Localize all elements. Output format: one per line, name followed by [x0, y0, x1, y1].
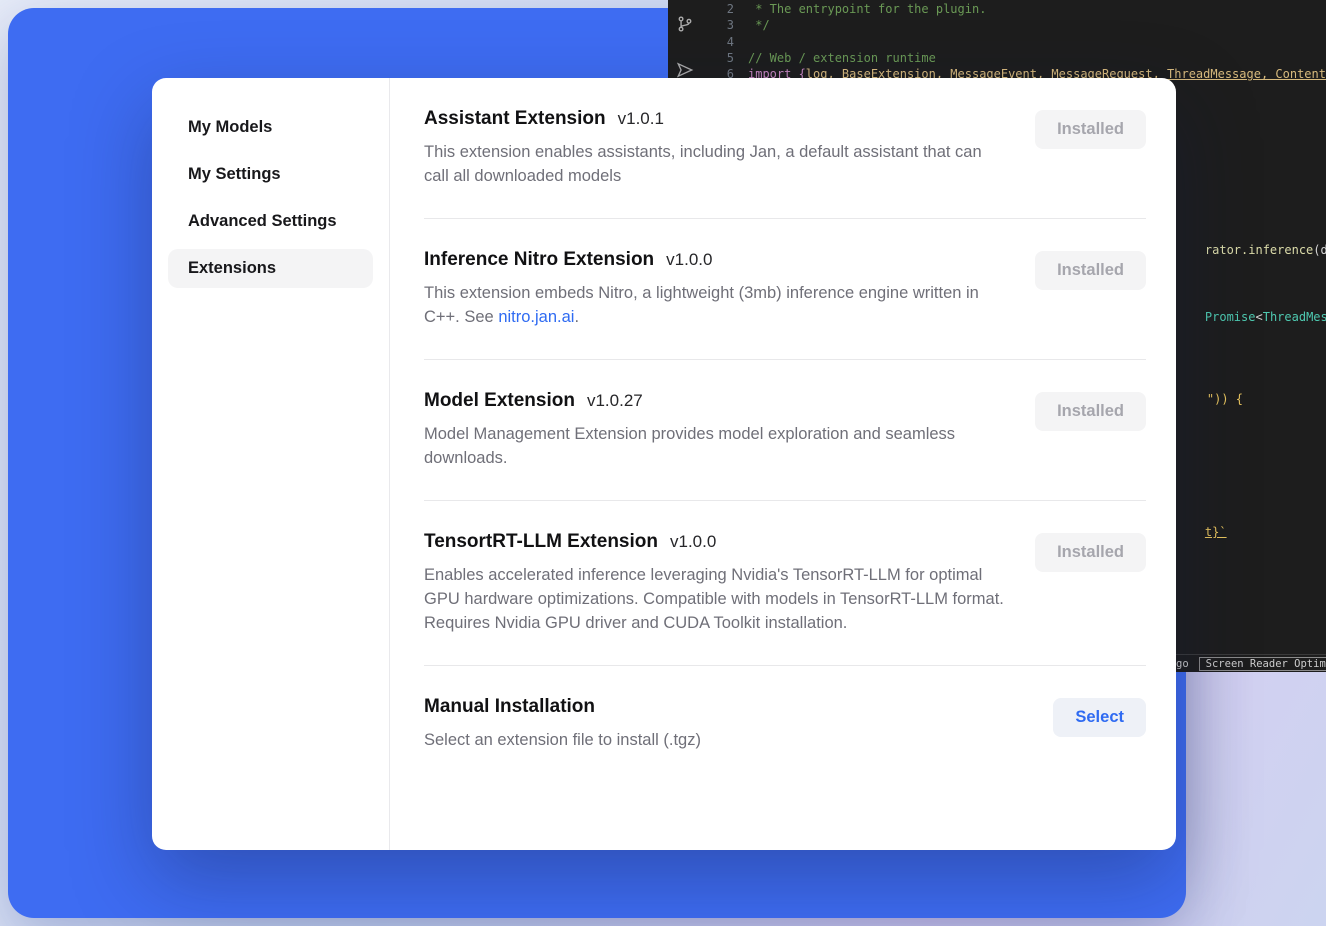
nitro-link[interactable]: nitro.jan.ai: [498, 308, 574, 326]
line-number: 4: [708, 34, 734, 50]
code-fragment: rator.inference(data));: [1176, 229, 1326, 271]
settings-modal: My Models My Settings Advanced Settings …: [152, 78, 1176, 850]
installed-button[interactable]: Installed: [1035, 251, 1146, 290]
code-line: 2 * The entrypoint for the plugin.: [708, 1, 1326, 17]
extension-row-model: Model Extension v1.0.27 Model Management…: [424, 360, 1146, 501]
extension-title: Assistant Extension: [424, 108, 606, 130]
sidebar-item-my-settings[interactable]: My Settings: [168, 155, 373, 194]
send-icon[interactable]: [675, 60, 695, 80]
extension-row-tensorrt: TensortRT-LLM Extension v1.0.0 Enables a…: [424, 501, 1146, 666]
extension-title: TensortRT-LLM Extension: [424, 531, 658, 553]
extensions-panel: Assistant Extension v1.0.1 This extensio…: [390, 78, 1176, 850]
extension-row-assistant: Assistant Extension v1.0.1 This extensio…: [424, 78, 1146, 219]
extension-version: v1.0.0: [670, 532, 716, 552]
extension-description: Model Management Extension provides mode…: [424, 422, 1009, 470]
installed-button[interactable]: Installed: [1035, 110, 1146, 149]
settings-sidebar: My Models My Settings Advanced Settings …: [152, 78, 390, 850]
line-number: 3: [708, 17, 734, 33]
extension-description: This extension enables assistants, inclu…: [424, 140, 1009, 188]
extension-description: Enables accelerated inference leveraging…: [424, 563, 1009, 635]
code-line: 3 */: [708, 17, 1326, 33]
manual-installation-row: Manual Installation Select an extension …: [424, 666, 1146, 782]
extension-description: This extension embeds Nitro, a lightweig…: [424, 281, 1009, 329]
extension-title: Inference Nitro Extension: [424, 249, 654, 271]
extension-description: Select an extension file to install (.tg…: [424, 728, 1009, 752]
installed-button[interactable]: Installed: [1035, 392, 1146, 431]
code-line: 5 // Web / extension runtime: [708, 50, 1326, 66]
screen-reader-badge[interactable]: Screen Reader Optimize: [1199, 657, 1326, 671]
sidebar-item-advanced-settings[interactable]: Advanced Settings: [168, 202, 373, 241]
line-number: 5: [708, 50, 734, 66]
sidebar-item-extensions[interactable]: Extensions: [168, 249, 373, 288]
sidebar-item-my-models[interactable]: My Models: [168, 108, 373, 147]
extension-title: Model Extension: [424, 390, 575, 412]
code-line: 4: [708, 34, 1326, 50]
line-number: 2: [708, 1, 734, 17]
code-fragment: ")) {: [1178, 378, 1243, 420]
extension-version: v1.0.0: [666, 250, 712, 270]
source-control-icon[interactable]: [675, 14, 695, 34]
code-area: 2 * The entrypoint for the plugin. 3 */ …: [708, 1, 1326, 82]
select-button[interactable]: Select: [1053, 698, 1146, 737]
go-language-status[interactable]: go: [1176, 658, 1189, 670]
extension-title: Manual Installation: [424, 696, 595, 718]
extension-version: v1.0.1: [618, 109, 664, 129]
code-fragment: t}`: [1176, 511, 1227, 553]
extension-row-nitro: Inference Nitro Extension v1.0.0 This ex…: [424, 219, 1146, 360]
code-fragment: Promise<ThreadMessage>: [1176, 296, 1326, 338]
extension-version: v1.0.27: [587, 391, 643, 411]
installed-button[interactable]: Installed: [1035, 533, 1146, 572]
